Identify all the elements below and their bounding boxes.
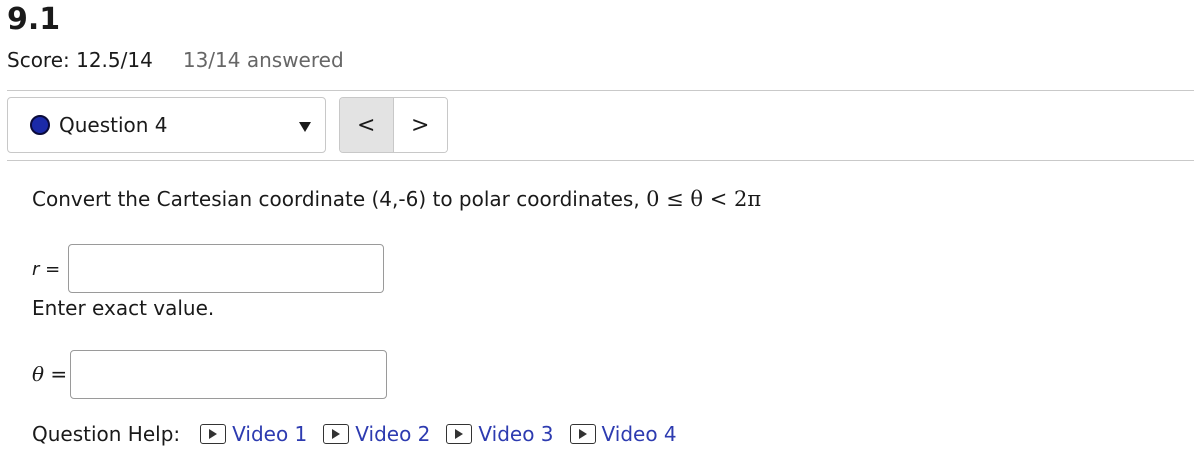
- video-play-icon: [569, 424, 596, 444]
- theta-label-variable: θ: [32, 362, 45, 386]
- video-1-link[interactable]: Video 1: [200, 422, 307, 446]
- theta-label-equals: =: [44, 362, 68, 386]
- video-play-icon: [200, 424, 227, 444]
- range-math: 0 ≤ θ < 2π: [646, 187, 762, 211]
- theta-answer-input[interactable]: [70, 350, 387, 399]
- score-text: Score: 12.5/14: [7, 48, 153, 72]
- divider-bottom: [7, 160, 1194, 161]
- video-1-label: Video 1: [232, 422, 308, 446]
- video-3-link[interactable]: Video 3: [446, 422, 554, 446]
- question-nav: < >: [339, 97, 448, 153]
- next-question-button[interactable]: >: [393, 98, 447, 152]
- r-label-equals: =: [39, 259, 61, 280]
- question-prompt: Convert the Cartesian coordinate (4,-6) …: [32, 187, 761, 211]
- exact-value-hint: Enter exact value.: [32, 296, 215, 320]
- divider-top: [7, 90, 1194, 91]
- video-play-icon: [323, 424, 350, 444]
- status-dot-icon: [30, 115, 50, 135]
- video-2-link[interactable]: Video 2: [323, 422, 430, 446]
- assignment-page: 9.1 Score: 12.5/14 13/14 answered Questi…: [0, 0, 1194, 462]
- question-help-label: Question Help:: [32, 422, 181, 446]
- video-2-label: Video 2: [355, 422, 431, 446]
- prompt-text: Convert the Cartesian coordinate (4,-6) …: [32, 187, 640, 211]
- video-play-icon: [446, 424, 473, 444]
- r-answer-input[interactable]: [68, 244, 384, 293]
- score-line: Score: 12.5/14 13/14 answered: [7, 48, 344, 72]
- question-select-label: Question 4: [59, 113, 168, 137]
- caret-down-icon: [299, 122, 311, 132]
- video-4-link[interactable]: Video 4: [569, 422, 677, 446]
- r-label: r =: [32, 259, 60, 280]
- question-help: Question Help: Video 1 Video 2 Video 3 V…: [32, 422, 693, 446]
- previous-question-button[interactable]: <: [340, 98, 394, 152]
- answered-count: 13/14 answered: [182, 48, 344, 72]
- theta-label: θ =: [32, 362, 67, 386]
- question-select[interactable]: Question 4: [7, 97, 326, 153]
- assignment-title: 9.1: [7, 2, 61, 37]
- video-4-label: Video 4: [601, 422, 677, 446]
- video-3-label: Video 3: [478, 422, 554, 446]
